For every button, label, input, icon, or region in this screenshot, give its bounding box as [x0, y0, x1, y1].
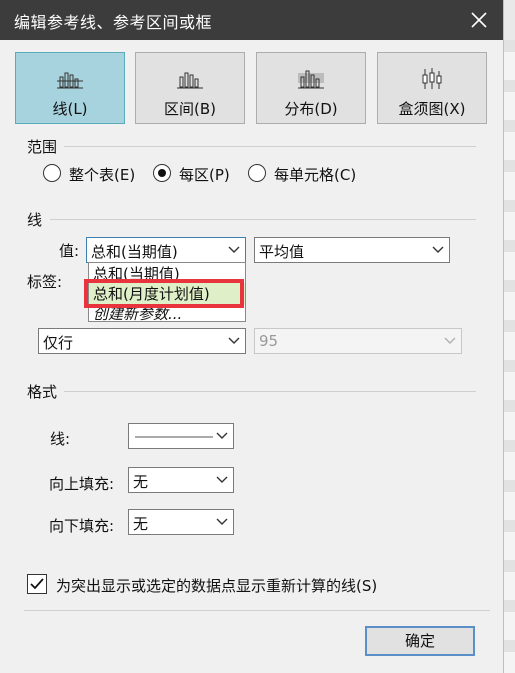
tab-boxplot-label: 盒须图(X) — [398, 100, 466, 118]
fill-above-label: 向上填充: — [49, 475, 115, 493]
bottom-divider — [24, 610, 490, 611]
tab-band[interactable]: 区间(B) — [135, 52, 245, 124]
fill-below-select-text: 无 — [133, 515, 149, 533]
tab-distribution-label: 分布(D) — [284, 100, 338, 118]
chevron-down-icon — [216, 476, 228, 483]
scope-label: 范围 — [27, 138, 58, 156]
recalc-checkbox-label: 为突出显示或选定的数据点显示重新计算的线(S) — [56, 577, 378, 595]
highlight-box — [84, 279, 244, 308]
fill-above-select[interactable]: 无 — [128, 467, 234, 493]
chevron-down-icon — [432, 246, 444, 253]
chevron-down-icon — [216, 518, 228, 525]
percent-select: 95 — [254, 328, 462, 354]
line-style-label: 线: — [50, 430, 71, 448]
line-bars-icon — [57, 72, 83, 89]
radio-per-cell-label: 每单元格(C) — [274, 166, 357, 184]
ok-button[interactable]: 确定 — [365, 626, 475, 656]
tab-boxplot[interactable]: 盒须图(X) — [377, 52, 487, 124]
line-divider — [50, 219, 476, 220]
edit-reference-line-dialog: 编辑参考线、参考区间或框 线(L) 区间(B) 分布(D) 盒须图(X) 范围 … — [0, 0, 504, 673]
recalc-checkbox[interactable] — [27, 574, 47, 594]
aggregation-select-text: 平均值 — [259, 243, 305, 261]
title-bar: 编辑参考线、参考区间或框 — [0, 0, 503, 40]
tooltip-select[interactable]: 仅行 — [38, 328, 246, 354]
radio-circle — [43, 164, 61, 182]
radio-entire-table-label: 整个表(E) — [69, 166, 136, 184]
tab-band-label: 区间(B) — [164, 100, 216, 118]
chevron-down-icon — [444, 337, 456, 344]
checkmark-icon — [30, 578, 44, 590]
band-bars-icon — [177, 72, 203, 89]
chevron-down-icon — [216, 432, 228, 439]
tab-distribution[interactable]: 分布(D) — [256, 52, 366, 124]
radio-circle-selected — [153, 164, 171, 182]
radio-circle — [248, 164, 266, 182]
tab-line-label: 线(L) — [52, 100, 88, 118]
value-label: 值: — [59, 242, 80, 260]
format-section-label: 格式 — [27, 383, 58, 401]
chevron-down-icon — [228, 337, 240, 344]
fill-above-select-text: 无 — [133, 473, 149, 491]
fill-below-select[interactable]: 无 — [128, 509, 234, 535]
radio-per-pane-label: 每区(P) — [179, 166, 230, 184]
background-strip — [503, 40, 515, 673]
fill-below-label: 向下填充: — [49, 517, 115, 535]
line-section-label: 线 — [27, 211, 43, 229]
line-style-select[interactable] — [128, 423, 234, 449]
value-select-text: 总和(当期值) — [91, 243, 178, 261]
aggregation-select[interactable]: 平均值 — [254, 237, 450, 263]
boxplot-icon — [422, 68, 442, 89]
window-title: 编辑参考线、参考区间或框 — [14, 13, 213, 32]
close-icon[interactable] — [465, 6, 493, 34]
value-select[interactable]: 总和(当期值) — [86, 237, 246, 263]
label-label: 标签: — [27, 273, 63, 291]
tab-line[interactable]: 线(L) — [15, 52, 125, 124]
format-divider — [64, 391, 476, 392]
tooltip-select-text: 仅行 — [43, 334, 74, 352]
percent-select-text: 95 — [259, 332, 279, 350]
line-sample-icon — [135, 436, 213, 438]
distribution-bars-icon — [298, 70, 324, 89]
scope-divider — [64, 146, 476, 147]
chevron-down-icon — [228, 246, 240, 253]
